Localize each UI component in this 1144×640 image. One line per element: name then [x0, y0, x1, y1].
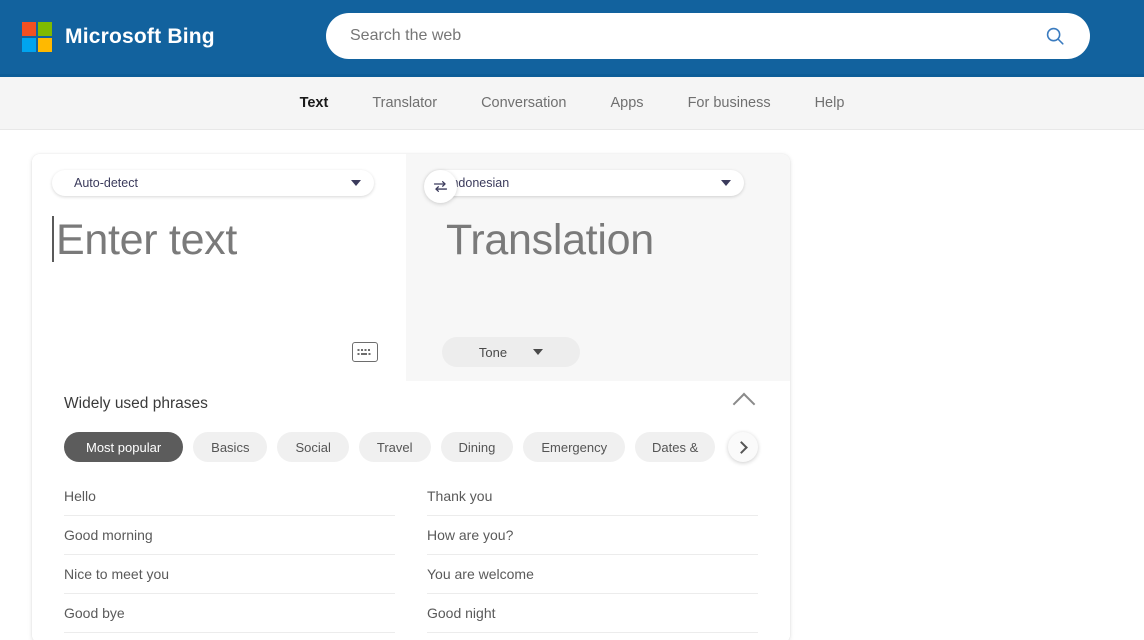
phrase-categories: Most popular Basics Social Travel Dining…: [52, 427, 770, 467]
phrases-section: Widely used phrases Most popular Basics …: [32, 381, 790, 640]
nav-item-conversation[interactable]: Conversation: [459, 95, 588, 111]
categories-next-button[interactable]: [728, 432, 758, 462]
search-bar[interactable]: [326, 13, 1090, 59]
source-textarea[interactable]: Enter text: [32, 212, 406, 329]
nav-item-help[interactable]: Help: [793, 95, 867, 111]
page-body: Auto-detect Enter text Indonesian Transl…: [0, 130, 1144, 640]
list-item[interactable]: Hello: [64, 477, 395, 516]
translator-card: Auto-detect Enter text Indonesian Transl…: [32, 154, 790, 640]
source-language-label: Auto-detect: [74, 176, 138, 190]
source-language-select[interactable]: Auto-detect: [52, 170, 374, 196]
tone-label: Tone: [478, 344, 508, 360]
swap-languages-button[interactable]: [424, 170, 457, 203]
list-item[interactable]: Thank you: [427, 477, 758, 516]
target-footer: Tone: [406, 329, 790, 381]
phrases-header[interactable]: Widely used phrases: [52, 381, 770, 427]
source-language-row: Auto-detect: [32, 154, 406, 212]
text-cursor: [52, 216, 54, 262]
chevron-right-icon: [735, 440, 748, 454]
chip-basics[interactable]: Basics: [193, 432, 268, 462]
swap-arrows-icon: [433, 181, 448, 192]
list-item[interactable]: Good morning: [64, 516, 395, 555]
site-header: Microsoft Bing: [0, 0, 1144, 77]
source-placeholder: Enter text: [56, 216, 238, 264]
nav-item-text[interactable]: Text: [278, 95, 351, 111]
nav-item-for-business[interactable]: For business: [666, 95, 793, 111]
search-input[interactable]: [350, 27, 1038, 45]
target-language-label: Indonesian: [448, 176, 510, 190]
source-placeholder-wrap: Enter text: [52, 216, 386, 265]
search-button[interactable]: [1038, 19, 1072, 53]
chip-most-popular[interactable]: Most popular: [64, 432, 184, 462]
chevron-up-icon[interactable]: [732, 392, 756, 416]
target-pane: Indonesian Translation Tone: [406, 154, 790, 381]
chip-social[interactable]: Social: [277, 432, 349, 462]
chevron-down-icon: [533, 349, 544, 355]
main-nav: Text Translator Conversation Apps For bu…: [0, 77, 1144, 130]
target-language-select[interactable]: Indonesian: [426, 170, 744, 196]
source-pane: Auto-detect Enter text: [32, 154, 406, 381]
target-textarea: Translation: [406, 212, 790, 329]
search-icon: [1046, 27, 1064, 45]
chip-emergency[interactable]: Emergency: [523, 432, 626, 462]
keyboard-glyph-icon: [357, 348, 371, 355]
chip-dates[interactable]: Dates &: [635, 432, 716, 462]
target-language-row: Indonesian: [406, 154, 790, 212]
list-item[interactable]: Good bye: [64, 594, 395, 633]
nav-item-translator[interactable]: Translator: [350, 95, 459, 111]
tone-dropdown[interactable]: Tone: [442, 337, 580, 367]
list-item[interactable]: Nice to meet you: [64, 555, 395, 594]
phrase-list: Hello Thank you Good morning How are you…: [52, 467, 770, 633]
brand-name: Microsoft Bing: [65, 25, 215, 48]
phrases-title: Widely used phrases: [64, 395, 208, 412]
target-placeholder: Translation: [446, 216, 654, 264]
keyboard-icon[interactable]: [352, 342, 378, 362]
list-item[interactable]: Good night: [427, 594, 758, 633]
list-item[interactable]: You are welcome: [427, 555, 758, 594]
list-item[interactable]: How are you?: [427, 516, 758, 555]
chip-dining[interactable]: Dining: [440, 432, 514, 462]
chip-travel[interactable]: Travel: [358, 432, 431, 462]
source-footer: [32, 329, 406, 381]
chevron-down-icon: [351, 180, 361, 186]
brand[interactable]: Microsoft Bing: [22, 22, 215, 52]
nav-item-apps[interactable]: Apps: [589, 95, 666, 111]
chevron-down-icon: [721, 180, 731, 186]
microsoft-logo-icon: [22, 22, 52, 52]
translator-panes: Auto-detect Enter text Indonesian Transl…: [32, 154, 790, 381]
